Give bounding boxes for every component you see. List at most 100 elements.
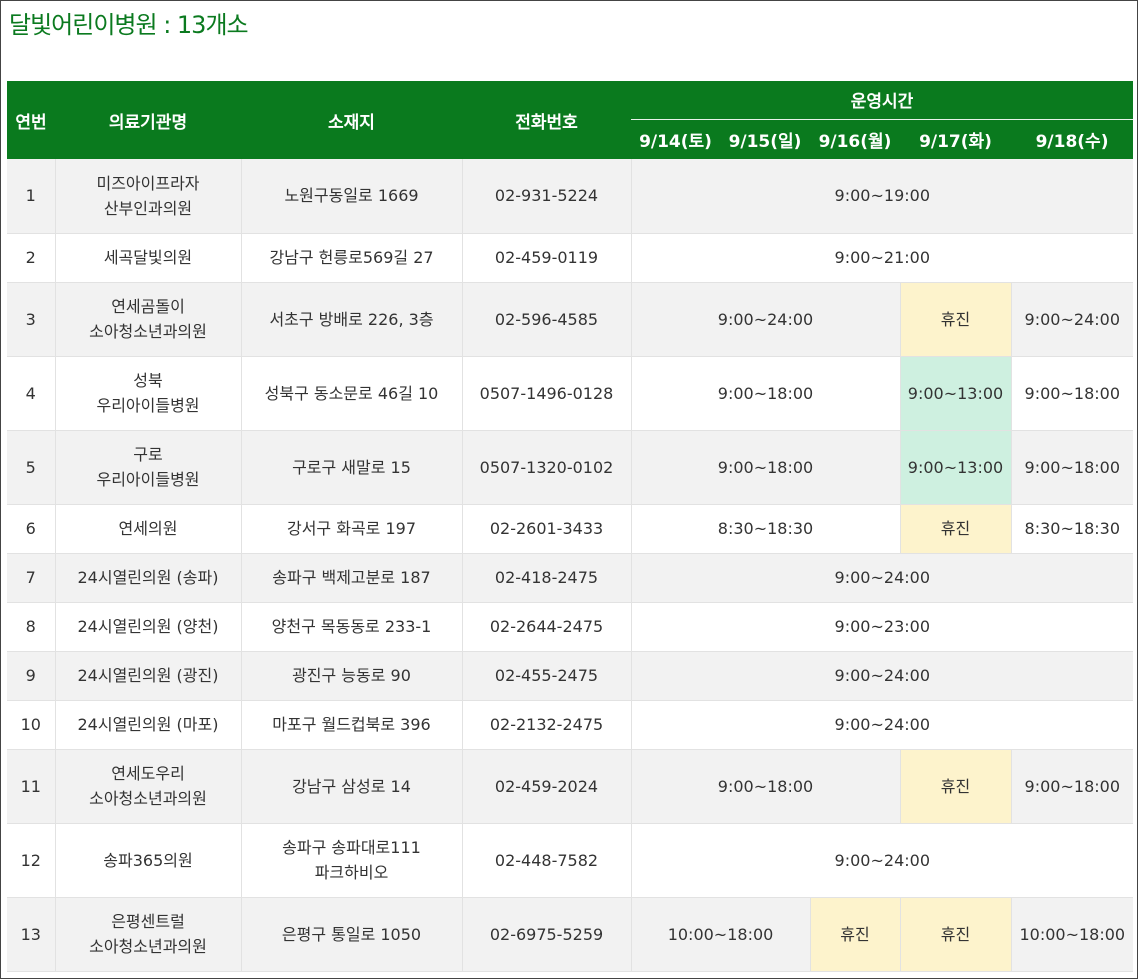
hospital-phone: 02-2132-2475 [462, 700, 632, 750]
table-row: 12 송파365의원 송파구 송파대로111 파크하비오 02-448-7582 9:00… [7, 823, 1134, 898]
hospital-phone: 02-448-7582 [462, 823, 632, 898]
hours-cell: 9:00~24:00 [631, 651, 1134, 701]
hospital-name-line: 은평센트럴 [111, 912, 185, 931]
hours-cell: 9:00~24:00 [1011, 282, 1134, 357]
hospital-phone: 02-459-2024 [462, 749, 632, 824]
hours-cell: 9:00~18:00 [1011, 430, 1134, 505]
hospital-name: 24시열린의원 (송파) [55, 553, 242, 603]
row-number: 13 [7, 897, 56, 972]
hospital-address-line: 파크하비오 [314, 863, 389, 882]
hours-closed: 휴진 [900, 504, 1012, 554]
row-number: 9 [7, 651, 56, 701]
hospital-name-line: 연세도우리 [111, 764, 185, 783]
hours-closed: 휴진 [810, 897, 901, 972]
hospital-name: 연세도우리소아청소년과의원 [55, 749, 242, 824]
table-row: 5 구로 우리아이들병원 구로구 새말로 15 0507-1320-0102 9:00~1… [7, 430, 1134, 505]
hours-closed: 휴진 [900, 897, 1012, 972]
header-day: 9/15(일) [720, 118, 810, 159]
hospital-phone: 02-418-2475 [462, 553, 632, 603]
hospital-address-line: 강남구 삼성로 14 [292, 776, 411, 796]
hospital-name: 송파365의원 [55, 823, 242, 898]
hospital-name-line: 24시열린의원 (광진) [77, 666, 219, 685]
hospital-name: 미즈아이프라자산부인과의원 [55, 159, 242, 234]
hospital-address: 구로구 새말로 15 [241, 430, 463, 505]
hours-cell: 9:00~18:00 [1011, 749, 1134, 824]
table-row: 11 연세도우리 소아청소년과의원 강남구 삼성로 14 02-459-2024 9:00… [7, 749, 1134, 824]
hospital-name: 연세의원 [55, 504, 242, 554]
table-row: 13 은평센트럴 소아청소년과의원 은평구 통일로 1050 02-6975-5259 1… [7, 897, 1134, 972]
row-number: 12 [7, 823, 56, 898]
hospital-name-line: 소아청소년과의원 [89, 789, 207, 808]
header-name: 의료기관명 [55, 81, 241, 159]
hours-cell: 9:00~21:00 [631, 233, 1134, 283]
hospital-address: 마포구 월드컵북로 396 [241, 700, 463, 750]
hospital-address-line: 마포구 월드컵북로 396 [272, 715, 431, 734]
hospital-name-line: 세곡달빛의원 [103, 248, 193, 267]
hospital-address: 광진구 능동로 90 [241, 651, 463, 701]
header-day: 9/18(수) [1011, 118, 1134, 159]
hospital-name: 24시열린의원 (광진) [55, 651, 242, 701]
hospital-phone: 0507-1320-0102 [462, 430, 632, 505]
hours-cell: 10:00~18:00 [631, 897, 811, 972]
hospital-address-line: 노원구동일로 1669 [284, 186, 419, 206]
header-no: 연번 [7, 81, 55, 159]
hospital-phone: 02-455-2475 [462, 651, 632, 701]
hospital-address-line: 강서구 화곡로 197 [286, 519, 417, 538]
hospital-address: 강남구 헌릉로569길 27 [241, 233, 463, 283]
hospital-name: 24시열린의원 (마포) [55, 700, 242, 750]
hospital-schedule-table: 연번 의료기관명 소재지 전화번호 운영시간 9/14(토) 9/15(일) 9… [7, 81, 1134, 972]
hospital-phone: 02-2601-3433 [462, 504, 632, 554]
hospital-address: 성북구 동소문로 46길 10 [241, 356, 463, 431]
hours-cell: 9:00~18:00 [1011, 356, 1134, 431]
hospital-address: 양천구 목동동로 233-1 [241, 602, 463, 652]
hours-closed: 휴진 [900, 282, 1012, 357]
hospital-phone: 0507-1496-0128 [462, 356, 632, 431]
table-row: 7 24시열린의원 (송파) 송파구 백제고분로 187 02-418-2475 9:0… [7, 553, 1134, 603]
table-row: 3 연세곰돌이 소아청소년과의원 서초구 방배로 226, 3층 02-596-4585… [7, 282, 1134, 357]
row-number: 3 [7, 282, 56, 357]
hospital-name-line: 미즈아이프라자 [96, 173, 200, 193]
row-number: 10 [7, 700, 56, 750]
hours-cell: 9:00~18:00 [631, 430, 901, 505]
header-day: 9/14(토) [631, 118, 720, 159]
hospital-name-line: 산부인과의원 [103, 198, 193, 218]
table-row: 10 24시열린의원 (마포) 마포구 월드컵북로 396 02-2132-2475 9… [7, 700, 1134, 750]
hospital-address: 송파구 송파대로111 파크하비오 [241, 823, 463, 898]
header-address: 소재지 [241, 81, 462, 159]
header-day: 9/17(화) [900, 118, 1011, 159]
table-row: 2 세곡달빛의원 강남구 헌릉로569길 27 02-459-0119 9:00~21:… [7, 233, 1134, 283]
hours-cell: 9:00~18:00 [631, 356, 901, 431]
hospital-name: 24시열린의원 (양천) [55, 602, 242, 652]
hospital-address: 노원구동일로 1669 [241, 159, 463, 234]
hospital-address-line: 송파구 백제고분로 187 [272, 568, 431, 587]
hours-cell: 8:30~18:30 [1011, 504, 1134, 554]
hospital-phone: 02-459-0119 [462, 233, 632, 283]
table-row: 4 성북 우리아이들병원 성북구 동소문로 46길 10 0507-1496-0128 9… [7, 356, 1134, 431]
hospital-address-line: 은평구 통일로 1050 [281, 924, 422, 944]
hours-cell: 9:00~24:00 [631, 553, 1134, 603]
hospital-address-line: 서초구 방배로 226, 3층 [269, 309, 434, 329]
row-number: 1 [7, 159, 56, 234]
hours-cell: 9:00~24:00 [631, 700, 1134, 750]
page-title: 달빛어린이병원 : 13개소 [9, 11, 249, 39]
table-row: 9 24시열린의원 (광진) 광진구 능동로 90 02-455-2475 9:00~2… [7, 651, 1134, 701]
hospital-address: 강남구 삼성로 14 [241, 749, 463, 824]
hours-cell: 9:00~24:00 [631, 823, 1134, 898]
hospital-name-line: 구로 [133, 445, 163, 464]
hospital-name-line: 24시열린의원 (송파) [77, 568, 219, 587]
row-number: 4 [7, 356, 56, 431]
hospital-name-line: 24시열린의원 (마포) [77, 715, 219, 734]
hospital-name: 은평센트럴 소아청소년과의원 [55, 897, 242, 972]
hours-cell: 10:00~18:00 [1011, 897, 1134, 972]
hospital-address: 강서구 화곡로 197 [241, 504, 463, 554]
hospital-phone: 02-596-4585 [462, 282, 632, 357]
hospital-address-line: 송파구 송파대로111 [282, 838, 421, 857]
table-body: 1 미즈아이프라자 산부인과의원 노원구동일로 1669 02-931-5224 9:00… [7, 159, 1134, 972]
row-number: 2 [7, 233, 56, 283]
hours-closed: 휴진 [900, 749, 1012, 824]
hospital-address-line: 강남구 헌릉로569길 27 [269, 248, 434, 267]
hospital-name: 성북 우리아이들병원 [55, 356, 242, 431]
hospital-name: 연세곰돌이 소아청소년과의원 [55, 282, 242, 357]
hospital-address-line: 광진구 능동로 90 [292, 666, 411, 685]
hospital-name-line: 소아청소년과의원 [89, 322, 207, 341]
